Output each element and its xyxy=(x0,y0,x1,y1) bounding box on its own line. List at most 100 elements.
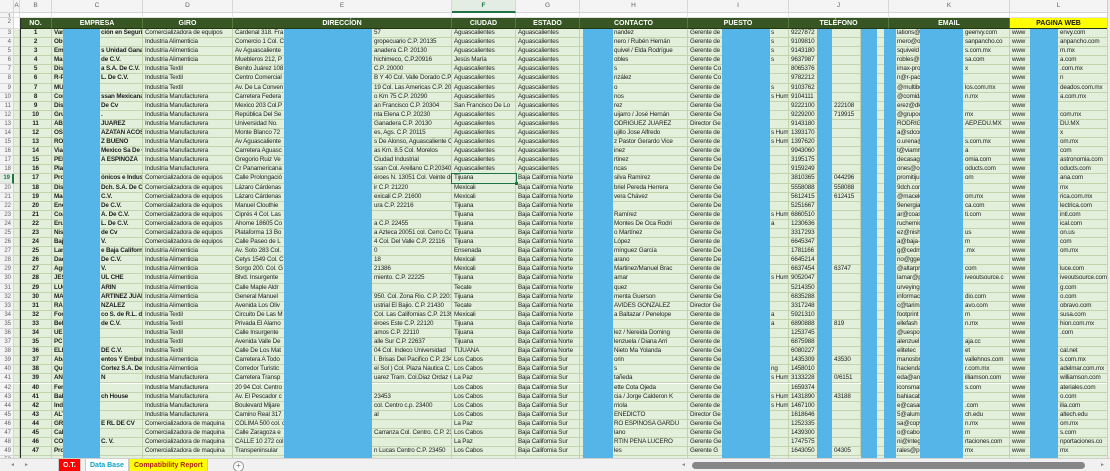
cell-pagina-web[interactable]: wwwnportaciones.co xyxy=(1010,438,1108,447)
tab-compatibility-report[interactable]: Compatibility Report xyxy=(129,459,208,471)
row-header-8[interactable]: 8 xyxy=(0,74,14,83)
cell-pagina-web[interactable]: www xyxy=(1010,256,1108,265)
cell-estado[interactable]: Aguascalientes xyxy=(516,102,580,111)
cell-giro[interactable]: Industria Manufacturera xyxy=(143,147,233,156)
cell-estado[interactable]: Baja California Norte xyxy=(516,193,580,202)
cell-estado[interactable]: Aguascalientes xyxy=(516,29,580,38)
row-header-33[interactable]: 33 xyxy=(0,302,14,311)
cell-giro[interactable]: Industria Manufacturera xyxy=(143,402,233,411)
cell-telefono-2[interactable] xyxy=(832,47,861,56)
cell-ciudad[interactable]: Mexicali xyxy=(452,184,516,193)
cell-no[interactable]: 27 xyxy=(20,265,52,274)
cell-ciudad[interactable]: Tijuana xyxy=(452,202,516,211)
row-header-38[interactable]: 38 xyxy=(0,347,14,356)
cell-estado[interactable]: Baja California Norte xyxy=(516,229,580,238)
sheet-nav-left-icon[interactable]: ◄ xyxy=(10,461,15,470)
row-header-45[interactable]: 45 xyxy=(0,411,14,420)
row-header-39[interactable]: 39 xyxy=(0,356,14,365)
row-header-2[interactable]: 2 xyxy=(0,18,14,29)
cell-pagina-web[interactable]: www xyxy=(1010,102,1108,111)
column-header-K[interactable]: K xyxy=(889,0,1010,13)
cell-no[interactable]: 34 xyxy=(20,329,52,338)
cell-telefono-2[interactable] xyxy=(832,238,861,247)
row-header-35[interactable]: 35 xyxy=(0,320,14,329)
cell-telefono-2[interactable]: 0/6151 xyxy=(832,374,861,383)
cell-giro[interactable]: Comercializadora de maquina xyxy=(143,429,233,438)
cell-estado[interactable]: Baja California Sur xyxy=(516,447,580,456)
cell-telefono-2[interactable] xyxy=(832,338,861,347)
column-header-I[interactable]: I xyxy=(688,0,789,13)
cell-no[interactable]: 5 xyxy=(20,65,52,74)
cell-giro[interactable]: Industria Alimenticia xyxy=(143,56,233,65)
cell-ciudad[interactable]: Tijuana xyxy=(452,238,516,247)
cell-giro[interactable]: Comercializadora de equipos xyxy=(143,174,233,183)
row-header-15[interactable]: 15 xyxy=(0,138,14,147)
row-header-7[interactable]: 7 xyxy=(0,65,14,74)
row-header-49[interactable]: 49 xyxy=(0,447,14,456)
cell-email-2[interactable]: n.mx xyxy=(963,320,1010,329)
cell-ciudad[interactable]: Los Cabos xyxy=(452,393,516,402)
cell-telefono-2[interactable] xyxy=(832,84,861,93)
cell-pagina-web[interactable]: wwwmx xyxy=(1010,447,1108,456)
cell-pagina-web[interactable]: wwwg.com xyxy=(1010,284,1108,293)
row-header-27[interactable]: 27 xyxy=(0,247,14,256)
cell-telefono-2[interactable]: 819 xyxy=(832,320,861,329)
cell-telefono-2[interactable] xyxy=(832,420,861,429)
cell-email-2[interactable]: aja.cc xyxy=(963,338,1010,347)
cell-ciudad[interactable]: Los Cabos xyxy=(452,411,516,420)
cell-email-2[interactable]: n.mx xyxy=(963,93,1010,102)
cell-estado[interactable]: Aguascalientes xyxy=(516,165,580,174)
row-header-48[interactable]: 48 xyxy=(0,438,14,447)
cell-email-2[interactable]: geenvy.com xyxy=(963,29,1010,38)
cell-estado[interactable]: Aguascalientes xyxy=(516,93,580,102)
cell-no[interactable]: 14 xyxy=(20,147,52,156)
cell-ciudad[interactable]: Aguascalientes xyxy=(452,74,516,83)
row-header-37[interactable]: 37 xyxy=(0,338,14,347)
cell-giro[interactable]: Industria Alimenticia xyxy=(143,247,233,256)
cell-pagina-web[interactable]: wwwadelmar.com.mx xyxy=(1010,365,1108,374)
cell-ciudad[interactable]: Aguascalientes xyxy=(452,84,516,93)
cell-telefono-2[interactable] xyxy=(832,93,861,102)
row-header-32[interactable]: 32 xyxy=(0,293,14,302)
column-header-D[interactable]: D xyxy=(143,0,233,13)
cell-estado[interactable]: Baja California Norte xyxy=(516,338,580,347)
row-header-23[interactable]: 23 xyxy=(0,211,14,220)
cell-pagina-web[interactable]: wwwanpancho.com xyxy=(1010,38,1108,47)
cell-ciudad[interactable]: Tijuana xyxy=(452,229,516,238)
cell-ciudad[interactable]: Aguascalientes xyxy=(452,111,516,120)
cell-pagina-web[interactable]: wwwsusa.com xyxy=(1010,311,1108,320)
row-header-22[interactable]: 22 xyxy=(0,202,14,211)
cell-ciudad[interactable]: Tijuana xyxy=(452,274,516,283)
cell-estado[interactable]: Baja California Norte xyxy=(516,311,580,320)
row-header-28[interactable]: 28 xyxy=(0,256,14,265)
cell-no[interactable]: 24 xyxy=(20,238,52,247)
cell-pagina-web[interactable]: wwwx xyxy=(1010,129,1108,138)
cell-telefono-2[interactable] xyxy=(832,247,861,256)
cell-email-2[interactable]: vallehnos.com xyxy=(963,356,1010,365)
select-all-corner[interactable] xyxy=(0,0,14,13)
cell-giro[interactable]: Industria Manufacturera xyxy=(143,384,233,393)
cell-estado[interactable]: Aguascalientes xyxy=(516,47,580,56)
cell-estado[interactable]: Baja California Norte xyxy=(516,347,580,356)
cell-pagina-web[interactable]: www.com xyxy=(1010,329,1108,338)
column-header-B[interactable]: B xyxy=(20,0,52,13)
cell-no[interactable]: 39 xyxy=(20,374,52,383)
cell-email-2[interactable] xyxy=(963,220,1010,229)
cell-estado[interactable]: Baja California Norte xyxy=(516,320,580,329)
column-header-G[interactable]: G xyxy=(516,0,580,13)
cell-pagina-web[interactable]: wwws.com.mx xyxy=(1010,356,1108,365)
cell-giro[interactable]: Comercializadora de maquina xyxy=(143,420,233,429)
cell-telefono-2[interactable]: 612415 xyxy=(832,193,861,202)
cell-email-2[interactable] xyxy=(963,329,1010,338)
cell-estado[interactable]: Baja California Norte xyxy=(516,265,580,274)
cell-pagina-web[interactable]: wwwa.com.mx xyxy=(1010,93,1108,102)
cell-telefono-2[interactable] xyxy=(832,56,861,65)
cell-telefono-2[interactable] xyxy=(832,293,861,302)
cell-giro[interactable]: Industria Alimenticia xyxy=(143,284,233,293)
cell-telefono-2[interactable] xyxy=(832,202,861,211)
cell-giro[interactable]: Industria Textil xyxy=(143,311,233,320)
cell-ciudad[interactable]: Aguascalientes xyxy=(452,147,516,156)
cell-giro[interactable]: Industria Manufacturera xyxy=(143,411,233,420)
row-header-4[interactable]: 4 xyxy=(0,38,14,47)
cell-ciudad[interactable]: TIJUANA xyxy=(452,347,516,356)
